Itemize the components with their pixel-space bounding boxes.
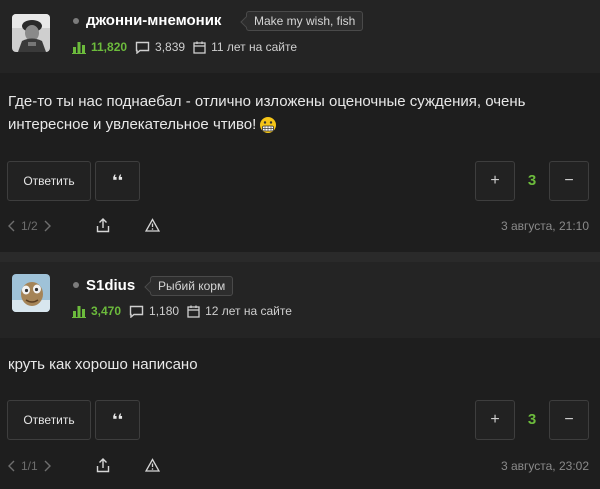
vote-count: 3 (527, 172, 537, 189)
comment-timestamp[interactable]: 3 августа, 21:10 (501, 219, 589, 233)
chevron-left-icon[interactable] (8, 220, 15, 232)
quote-button[interactable]: ❛❛ (95, 161, 140, 201)
vote-count: 3 (527, 411, 537, 428)
comments-count: 1,180 (149, 304, 180, 318)
user-tag: Рыбий корм (150, 276, 234, 296)
comment-separator (0, 252, 600, 262)
comments-stat: 1,180 (129, 304, 179, 318)
quote-button[interactable]: ❛❛ (95, 400, 140, 440)
rating-icon (72, 41, 86, 54)
comments-stat: 3,839 (135, 40, 185, 54)
downvote-button[interactable]: − (549, 161, 589, 201)
avatar[interactable] (12, 274, 50, 312)
calendar-icon (193, 41, 206, 54)
years-on-site: 11 лет на сайте (211, 40, 298, 54)
comment-footer: 1/1 3 августа, 23:02 (0, 457, 600, 477)
report-warning-icon[interactable] (145, 218, 160, 232)
comment-bubble-icon (135, 41, 150, 54)
chevron-left-icon[interactable] (8, 460, 15, 472)
version-pager: 1/1 (8, 459, 51, 473)
comments-count: 3,839 (155, 40, 186, 54)
comment-bubble-icon (129, 305, 144, 318)
comment-timestamp[interactable]: 3 августа, 23:02 (501, 459, 589, 473)
rating-stat: 11,820 (72, 40, 127, 54)
upvote-button[interactable]: + (475, 161, 515, 201)
comment-header: S1dius Рыбий корм 3,470 1,180 12 лет на … (0, 262, 600, 338)
online-status-dot (73, 18, 79, 24)
username[interactable]: S1dius (86, 277, 135, 294)
calendar-icon (187, 305, 200, 318)
pager-label: 1/1 (21, 459, 38, 473)
upvote-button[interactable]: + (475, 400, 515, 440)
username[interactable]: джонни-мнемоник (86, 12, 221, 29)
rating-value: 3,470 (91, 304, 122, 318)
pager-label: 1/2 (21, 219, 38, 233)
version-pager: 1/2 (8, 219, 51, 233)
membership-stat: 12 лет на сайте (187, 304, 292, 318)
chevron-right-icon[interactable] (44, 220, 51, 232)
online-status-dot (73, 282, 79, 288)
share-icon[interactable] (96, 458, 110, 473)
avatar[interactable] (12, 14, 50, 52)
reply-button[interactable]: Ответить (7, 161, 91, 201)
user-tag: Make my wish, fish (246, 11, 364, 31)
comment-header: джонни-мнемоник Make my wish, fish 11,82… (0, 0, 600, 73)
comment-text: Где-то ты нас поднаебал - отлично изложе… (8, 90, 592, 136)
years-on-site: 12 лет на сайте (205, 304, 292, 318)
grimacing-emoji-icon (260, 117, 277, 134)
rating-stat: 3,470 (72, 304, 121, 318)
rating-value: 11,820 (91, 40, 128, 54)
chevron-right-icon[interactable] (44, 460, 51, 472)
share-icon[interactable] (96, 218, 110, 233)
downvote-button[interactable]: − (549, 400, 589, 440)
report-warning-icon[interactable] (145, 458, 160, 472)
comment-footer: 1/2 3 августа, 21:10 (0, 217, 600, 237)
comment-text: круть как хорошо написано (8, 353, 592, 376)
rating-icon (72, 305, 86, 318)
comment-text-content: круть как хорошо написано (8, 356, 198, 373)
membership-stat: 11 лет на сайте (193, 40, 297, 54)
reply-button[interactable]: Ответить (7, 400, 91, 440)
comment-1: джонни-мнемоник Make my wish, fish 11,82… (0, 0, 600, 252)
user-stats: 11,820 3,839 11 лет на сайте (72, 40, 305, 54)
user-stats: 3,470 1,180 12 лет на сайте (72, 304, 300, 318)
comment-2: S1dius Рыбий корм 3,470 1,180 12 лет на … (0, 262, 600, 489)
